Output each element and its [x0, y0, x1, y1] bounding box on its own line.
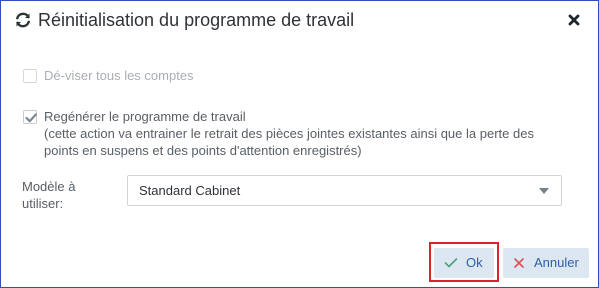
x-icon [513, 257, 525, 273]
regenerer-description-2: points en suspens et des points d'attent… [44, 143, 362, 158]
regenerer-checkbox[interactable] [23, 110, 37, 124]
check-icon [444, 257, 458, 273]
deviser-label: Dé-viser tous les comptes [44, 68, 194, 83]
model-label-2: utiliser: [22, 196, 64, 211]
reset-program-dialog: Réinitialisation du programme de travail… [0, 0, 599, 288]
cancel-button-label: Annuler [534, 255, 579, 270]
ok-button-label: Ok [466, 255, 483, 270]
deviser-checkbox[interactable] [23, 69, 37, 83]
regenerer-description-1: (cette action va entrainer le retrait de… [44, 126, 534, 141]
ok-button[interactable]: Ok [434, 248, 494, 278]
model-select[interactable]: Standard Cabinet [127, 175, 562, 206]
dialog-header: Réinitialisation du programme de travail [1, 1, 598, 41]
checkmark-icon [25, 113, 37, 123]
model-select-value: Standard Cabinet [139, 183, 241, 198]
model-label-1: Modèle à [22, 179, 76, 194]
close-icon[interactable] [566, 12, 582, 28]
chevron-down-icon [539, 188, 549, 194]
regenerer-label: Regénérer le programme de travail [44, 109, 246, 124]
dialog-title: Réinitialisation du programme de travail [38, 10, 355, 30]
cancel-button[interactable]: Annuler [503, 248, 589, 278]
refresh-icon [14, 11, 32, 29]
